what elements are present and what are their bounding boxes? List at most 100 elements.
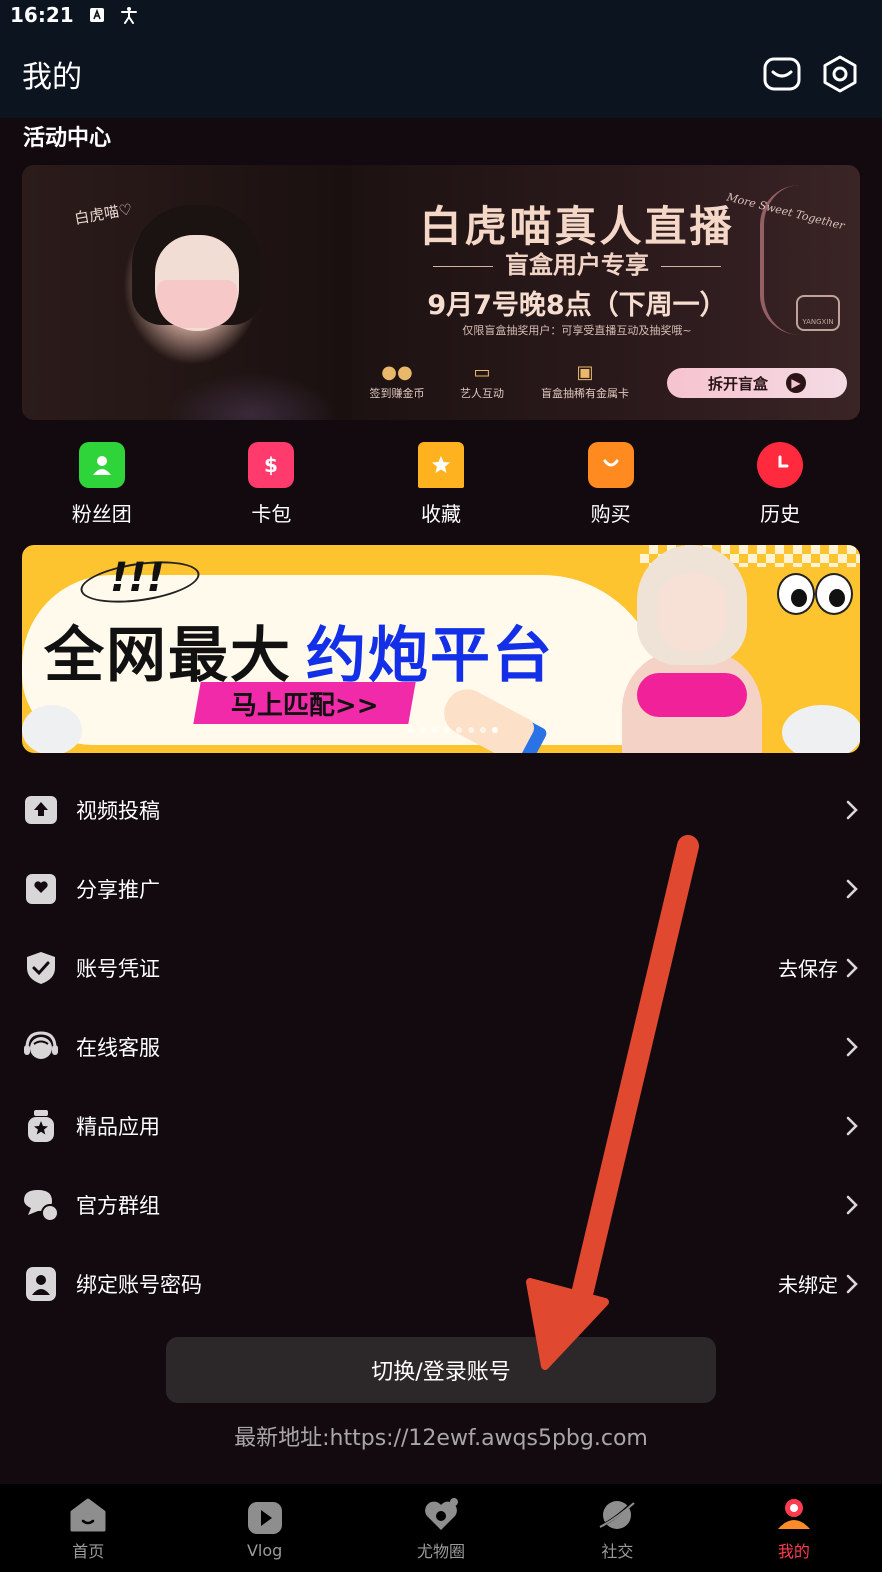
tab-label: 首页 — [72, 1542, 105, 1561]
banner-date: 9月7号晚8点（下周一） — [427, 290, 727, 321]
chevron-right-icon — [844, 1036, 860, 1058]
quick-actions: 粉丝团 $ 卡包 收藏 购买 历史 — [0, 438, 882, 538]
tab-home[interactable]: 首页 — [0, 1484, 176, 1572]
svg-text:$: $ — [264, 453, 278, 477]
message-icon — [763, 57, 801, 91]
menu-label: 官方群组 — [76, 1193, 160, 1218]
menu-item-video-upload[interactable]: 视频投稿 — [0, 770, 882, 849]
app-header: 我的 — [0, 30, 882, 118]
gift-icon: ▣ — [576, 362, 594, 383]
menu-label: 分享推广 — [76, 877, 160, 902]
chat-group-icon — [22, 1186, 60, 1224]
shield-check-icon — [22, 949, 60, 987]
arrow-right-icon: ▶ — [786, 373, 806, 393]
chevron-right-icon — [844, 799, 860, 821]
quick-item-fans[interactable]: 粉丝团 — [17, 438, 187, 538]
banner-note: 仅限盲盒抽奖用户：可享受直播互动及抽奖哦~ — [462, 324, 692, 337]
accessibility-icon — [120, 6, 138, 24]
feature-card: ▣ 盲盒抽稀有金属卡 — [525, 362, 645, 401]
tab-vlog[interactable]: Vlog — [176, 1484, 352, 1572]
status-time: 16:21 — [10, 3, 74, 27]
planet-icon — [596, 1494, 638, 1536]
quick-label: 粉丝团 — [71, 502, 132, 526]
menu-value: 去保存 — [778, 957, 838, 981]
quick-label: 购买 — [590, 502, 631, 526]
quick-label: 卡包 — [251, 502, 292, 526]
menu-item-bind-account[interactable]: 绑定账号密码 未绑定 — [0, 1244, 882, 1323]
menu-value: 未绑定 — [778, 1273, 838, 1297]
tab-label: 社交 — [601, 1542, 634, 1561]
banner-logo: YANGXIN — [796, 295, 840, 331]
share-heart-icon — [22, 870, 60, 908]
profile-icon — [773, 1494, 815, 1536]
headset-icon — [22, 1028, 60, 1066]
feature-label: 艺人互动 — [460, 387, 504, 400]
settings-button[interactable] — [820, 54, 860, 94]
tab-social[interactable]: 社交 — [529, 1484, 705, 1572]
promo-match-button[interactable]: 马上匹配>> — [193, 682, 416, 724]
menu-label: 绑定账号密码 — [76, 1272, 202, 1297]
menu-item-groups[interactable]: 官方群组 — [0, 1165, 882, 1244]
promo-cta-label: 马上匹配>> — [230, 690, 379, 721]
home-icon — [67, 1494, 109, 1536]
menu-item-support[interactable]: 在线客服 — [0, 1007, 882, 1086]
menu-label: 在线客服 — [76, 1035, 160, 1060]
promo-headline: 全网最大 约炮平台 — [44, 607, 554, 694]
menu-item-credential[interactable]: 账号凭证 去保存 — [0, 928, 882, 1007]
card-wallet-icon: $ — [248, 442, 295, 488]
tab-label: 尤物圈 — [417, 1542, 466, 1561]
id-card-icon — [22, 1265, 60, 1303]
promo-figure — [602, 545, 772, 753]
messages-button[interactable] — [762, 54, 802, 94]
quick-item-favorites[interactable]: 收藏 — [356, 438, 526, 538]
menu-list: 视频投稿 分享推广 账号凭证 去保存 在线客服 精品应用 官方群组 绑定账号密码… — [0, 770, 882, 1323]
chevron-right-icon — [844, 1273, 860, 1295]
open-blindbox-button[interactable]: 拆开盲盒 ▶ — [667, 368, 847, 398]
feature-label: 盲盒抽稀有金属卡 — [541, 387, 629, 400]
switch-login-button[interactable]: 切换/登录账号 — [166, 1337, 716, 1403]
feature-label: 签到赚金币 — [369, 387, 425, 400]
promo-banner[interactable]: !!! 全网最大 约炮平台 马上匹配>> — [22, 545, 860, 753]
latest-url: 最新地址:https://12ewf.awqs5pbg.com — [234, 1426, 648, 1451]
quick-item-purchase[interactable]: 购买 — [526, 438, 696, 538]
menu-item-apps[interactable]: 精品应用 — [0, 1086, 882, 1165]
banner-figure-mask — [157, 280, 237, 328]
quick-label: 历史 — [760, 502, 801, 526]
clock-icon — [757, 442, 804, 488]
chevron-right-icon — [844, 957, 860, 979]
quick-item-wallet[interactable]: $ 卡包 — [187, 438, 357, 538]
puff-decoration — [22, 705, 82, 753]
live-stream-banner[interactable]: 白虎喵♡ More Sweet Together YANGXIN 白虎喵真人直播… — [22, 165, 860, 420]
star-jar-icon — [22, 1107, 60, 1145]
fans-icon — [78, 442, 125, 488]
status-bar: 16:21 — [0, 0, 882, 30]
play-icon — [244, 1497, 286, 1539]
promo-headline-black: 全网最大 — [44, 621, 292, 691]
carousel-dots — [408, 727, 498, 733]
cartoon-eyes-icon — [777, 573, 855, 623]
settings-icon — [823, 55, 857, 93]
bottom-tab-bar: 首页 Vlog 尤物圈 社交 我的 — [0, 1484, 882, 1572]
tab-mine[interactable]: 我的 — [706, 1484, 882, 1572]
banner-subtitle: 盲盒用户专享 — [352, 245, 802, 280]
page-title: 我的 — [22, 60, 82, 95]
menu-label: 精品应用 — [76, 1114, 160, 1139]
section-title: 活动中心 — [23, 126, 112, 151]
tab-label: 我的 — [777, 1542, 810, 1561]
heart-icon — [420, 1494, 462, 1536]
menu-label: 视频投稿 — [76, 798, 160, 823]
quick-label: 收藏 — [420, 502, 461, 526]
open-blindbox-label: 拆开盲盒 — [707, 374, 768, 393]
promo-exclaim: !!! — [110, 555, 165, 601]
tab-circle[interactable]: 尤物圈 — [353, 1484, 529, 1572]
star-bookmark-icon — [417, 442, 464, 488]
menu-label: 账号凭证 — [76, 956, 160, 981]
puff-decoration — [782, 705, 860, 753]
quick-item-history[interactable]: 历史 — [695, 438, 865, 538]
upload-icon — [22, 791, 60, 829]
tab-label: Vlog — [246, 1540, 283, 1560]
chevron-right-icon — [844, 878, 860, 900]
menu-item-share[interactable]: 分享推广 — [0, 849, 882, 928]
promo-headline-blue: 约炮平台 — [306, 621, 554, 691]
chevron-right-icon — [844, 1194, 860, 1216]
